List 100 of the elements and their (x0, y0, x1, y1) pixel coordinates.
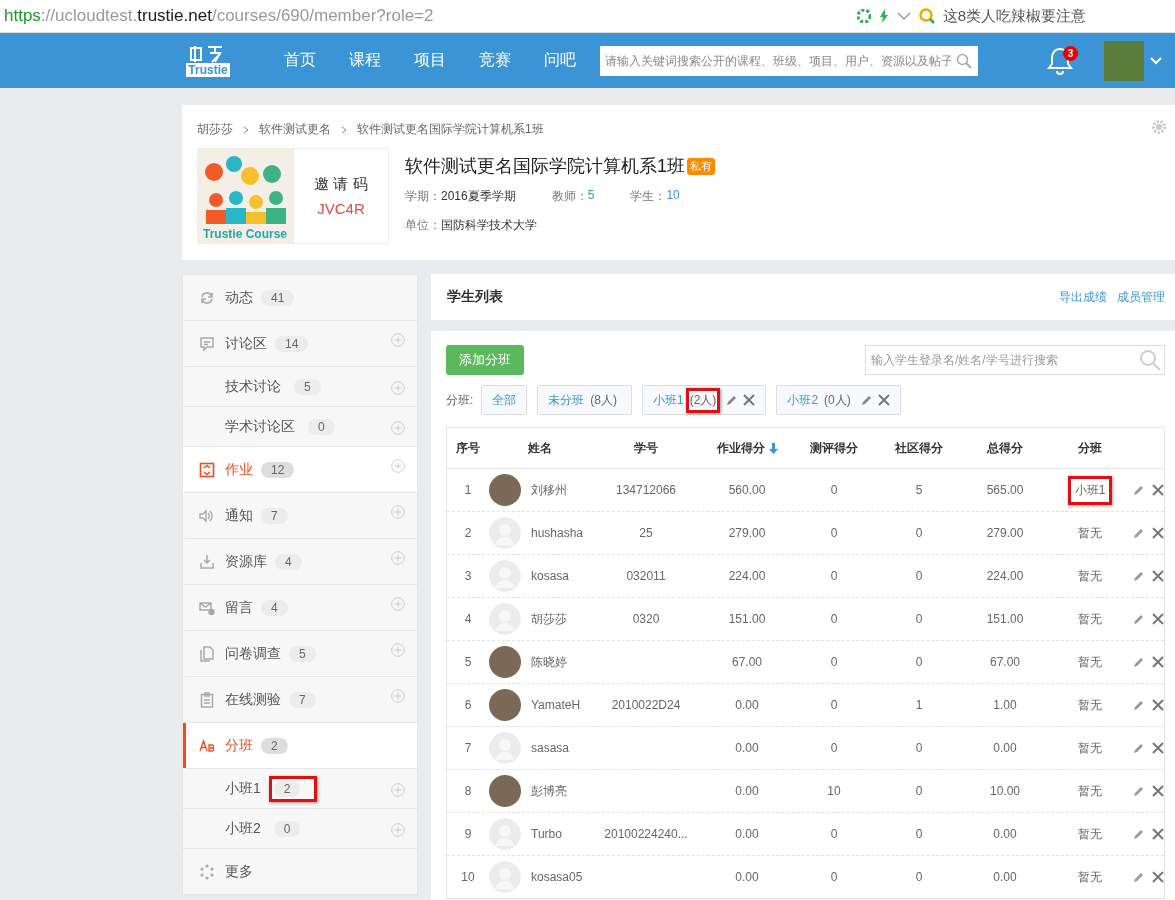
close-icon[interactable] (1152, 742, 1164, 754)
documents-icon (199, 645, 215, 662)
table-cell-text: 暂无 (1077, 653, 1103, 671)
pencil-icon[interactable] (1133, 828, 1144, 840)
table-cell: 胡莎莎 (531, 610, 567, 628)
bell-icon[interactable] (1046, 45, 1074, 76)
sidebar-item[interactable]: 更多 (183, 849, 417, 895)
invite-code: JVC4R (317, 200, 365, 217)
table-cell-text: 0.00 (734, 698, 760, 712)
breadcrumb-link[interactable]: 软件测试更名 (259, 121, 331, 138)
close-icon[interactable] (877, 394, 890, 406)
table-cell-text: 10 (460, 870, 476, 884)
table-cell: 0320 (632, 612, 660, 626)
pencil-icon[interactable] (860, 394, 872, 406)
column-header[interactable]: 姓名 (489, 439, 591, 457)
group-filter-tab[interactable]: 未分班 (8人) (537, 385, 632, 415)
table-cell: 032011 (626, 569, 666, 583)
close-icon[interactable] (743, 394, 756, 406)
column-header[interactable]: 作业得分 (701, 439, 793, 457)
pencil-icon[interactable] (726, 394, 738, 406)
table-cell-text: 8 (463, 784, 473, 798)
table-cell: 陈晓婷 (531, 653, 567, 671)
news-headline[interactable]: 这8类人吃辣椒要注意 (942, 6, 1086, 26)
table-cell: 刘移州 (531, 481, 567, 499)
count-badge: 7 (261, 507, 288, 524)
sidebar-item[interactable]: 留言 4 (183, 585, 417, 631)
column-header[interactable]: 总得分 (963, 439, 1047, 457)
group-filter-tab[interactable]: 小班1 (2人) (642, 385, 767, 415)
close-icon[interactable] (1152, 871, 1164, 883)
table-cell: 彭博亮 (531, 782, 567, 800)
avatar-photo-placeholder[interactable] (489, 474, 521, 506)
address-bar-url[interactable]: https://ucloudtest.trustie.net/courses/690/member?role=2 (4, 6, 434, 26)
avatar-photo-placeholder[interactable] (489, 689, 521, 721)
sidebar-subitem[interactable]: 小班2 0 (183, 809, 417, 849)
table-cell-text: 224.00 (985, 569, 1025, 583)
table-cell: 134712066 (615, 483, 677, 497)
pencil-icon[interactable] (1133, 785, 1144, 797)
count-badge: 4 (275, 553, 302, 570)
close-icon[interactable] (1152, 699, 1164, 711)
pencil-icon[interactable] (1133, 570, 1144, 582)
dropdown-caret-icon[interactable] (896, 11, 911, 21)
sort-down-arrow-icon[interactable] (768, 442, 778, 454)
close-icon[interactable] (1152, 570, 1164, 582)
column-header[interactable]: 社区得分 (875, 439, 963, 457)
table-cell-text: 279.00 (727, 526, 767, 540)
close-icon[interactable] (1152, 484, 1164, 496)
close-icon[interactable] (1152, 656, 1164, 668)
table-cell-text: 暂无 (1077, 567, 1103, 585)
table-cell: sasasa (531, 741, 570, 755)
user-avatar-photo-placeholder[interactable] (1104, 40, 1144, 81)
column-header[interactable]: 序号 (447, 439, 489, 457)
student-search-field[interactable]: 输入学生登录名/姓名/学号进行搜索 (865, 345, 1165, 375)
table-cell: YamateH (531, 698, 581, 712)
caret-icon[interactable] (1150, 56, 1162, 65)
breadcrumb-link[interactable]: 胡莎莎 (197, 121, 233, 138)
count-badge: 5 (289, 645, 316, 662)
chevron-right-icon (341, 125, 347, 134)
count-badge: 7 (289, 691, 316, 708)
sidebar-item[interactable]: 动态 41 (183, 275, 417, 321)
pencil-icon[interactable] (1133, 484, 1144, 496)
avatar-photo-placeholder[interactable] (489, 775, 521, 807)
sidebar-item[interactable]: 问卷调查 5 (183, 631, 417, 677)
pencil-icon[interactable] (1133, 527, 1144, 539)
sidebar-item[interactable]: 作业 12 (183, 447, 417, 493)
count-badge: 0 (308, 418, 335, 435)
close-icon[interactable] (1152, 613, 1164, 625)
search-icon[interactable] (1139, 349, 1161, 371)
avatar-photo-placeholder[interactable] (489, 646, 521, 678)
table-cell: hushasha (531, 526, 584, 540)
speaker-icon (199, 507, 215, 524)
header-link[interactable]: 导出成绩 (1059, 288, 1107, 306)
table-cell: 小班1 (1067, 475, 1113, 505)
group-filter-tab[interactable]: 小班2 (0人) (776, 385, 901, 415)
pencil-icon[interactable] (1133, 742, 1144, 754)
sidebar-item[interactable]: 讨论区 14 (183, 321, 417, 367)
column-header[interactable]: 学号 (591, 439, 701, 457)
settings-icon[interactable] (1151, 119, 1167, 135)
sidebar-subitem[interactable]: 技术讨论 5 (183, 367, 417, 407)
sidebar-subitem[interactable]: 小班1 2 (183, 769, 417, 809)
pencil-icon[interactable] (1133, 699, 1144, 711)
header-link[interactable]: 成员管理 (1117, 288, 1165, 306)
search-icon[interactable] (956, 52, 972, 69)
lightning-icon[interactable] (878, 9, 889, 23)
close-icon[interactable] (1152, 527, 1164, 539)
column-header[interactable]: 分班 (1047, 439, 1133, 457)
breadcrumb-link[interactable]: 软件测试更名国际学院计算机系1班 (357, 121, 544, 138)
sidebar-item[interactable]: 通知 7 (183, 493, 417, 539)
pencil-icon[interactable] (1133, 656, 1144, 668)
pencil-icon[interactable] (1133, 871, 1144, 883)
close-icon[interactable] (1152, 828, 1164, 840)
notification-count-badge: 3 (1063, 45, 1078, 61)
table-cell-text: 0 (914, 784, 924, 798)
pencil-icon[interactable] (1133, 613, 1144, 625)
sidebar-item[interactable]: 分班 2 (183, 723, 417, 769)
table-cell-text: 4 (463, 612, 473, 626)
search-engine-icon[interactable] (918, 8, 935, 24)
table-cell-text: 0.00 (992, 870, 1018, 884)
sidebar-item[interactable]: 资源库 4 (183, 539, 417, 585)
column-header[interactable]: 测评得分 (793, 439, 875, 457)
close-icon[interactable] (1152, 785, 1164, 797)
